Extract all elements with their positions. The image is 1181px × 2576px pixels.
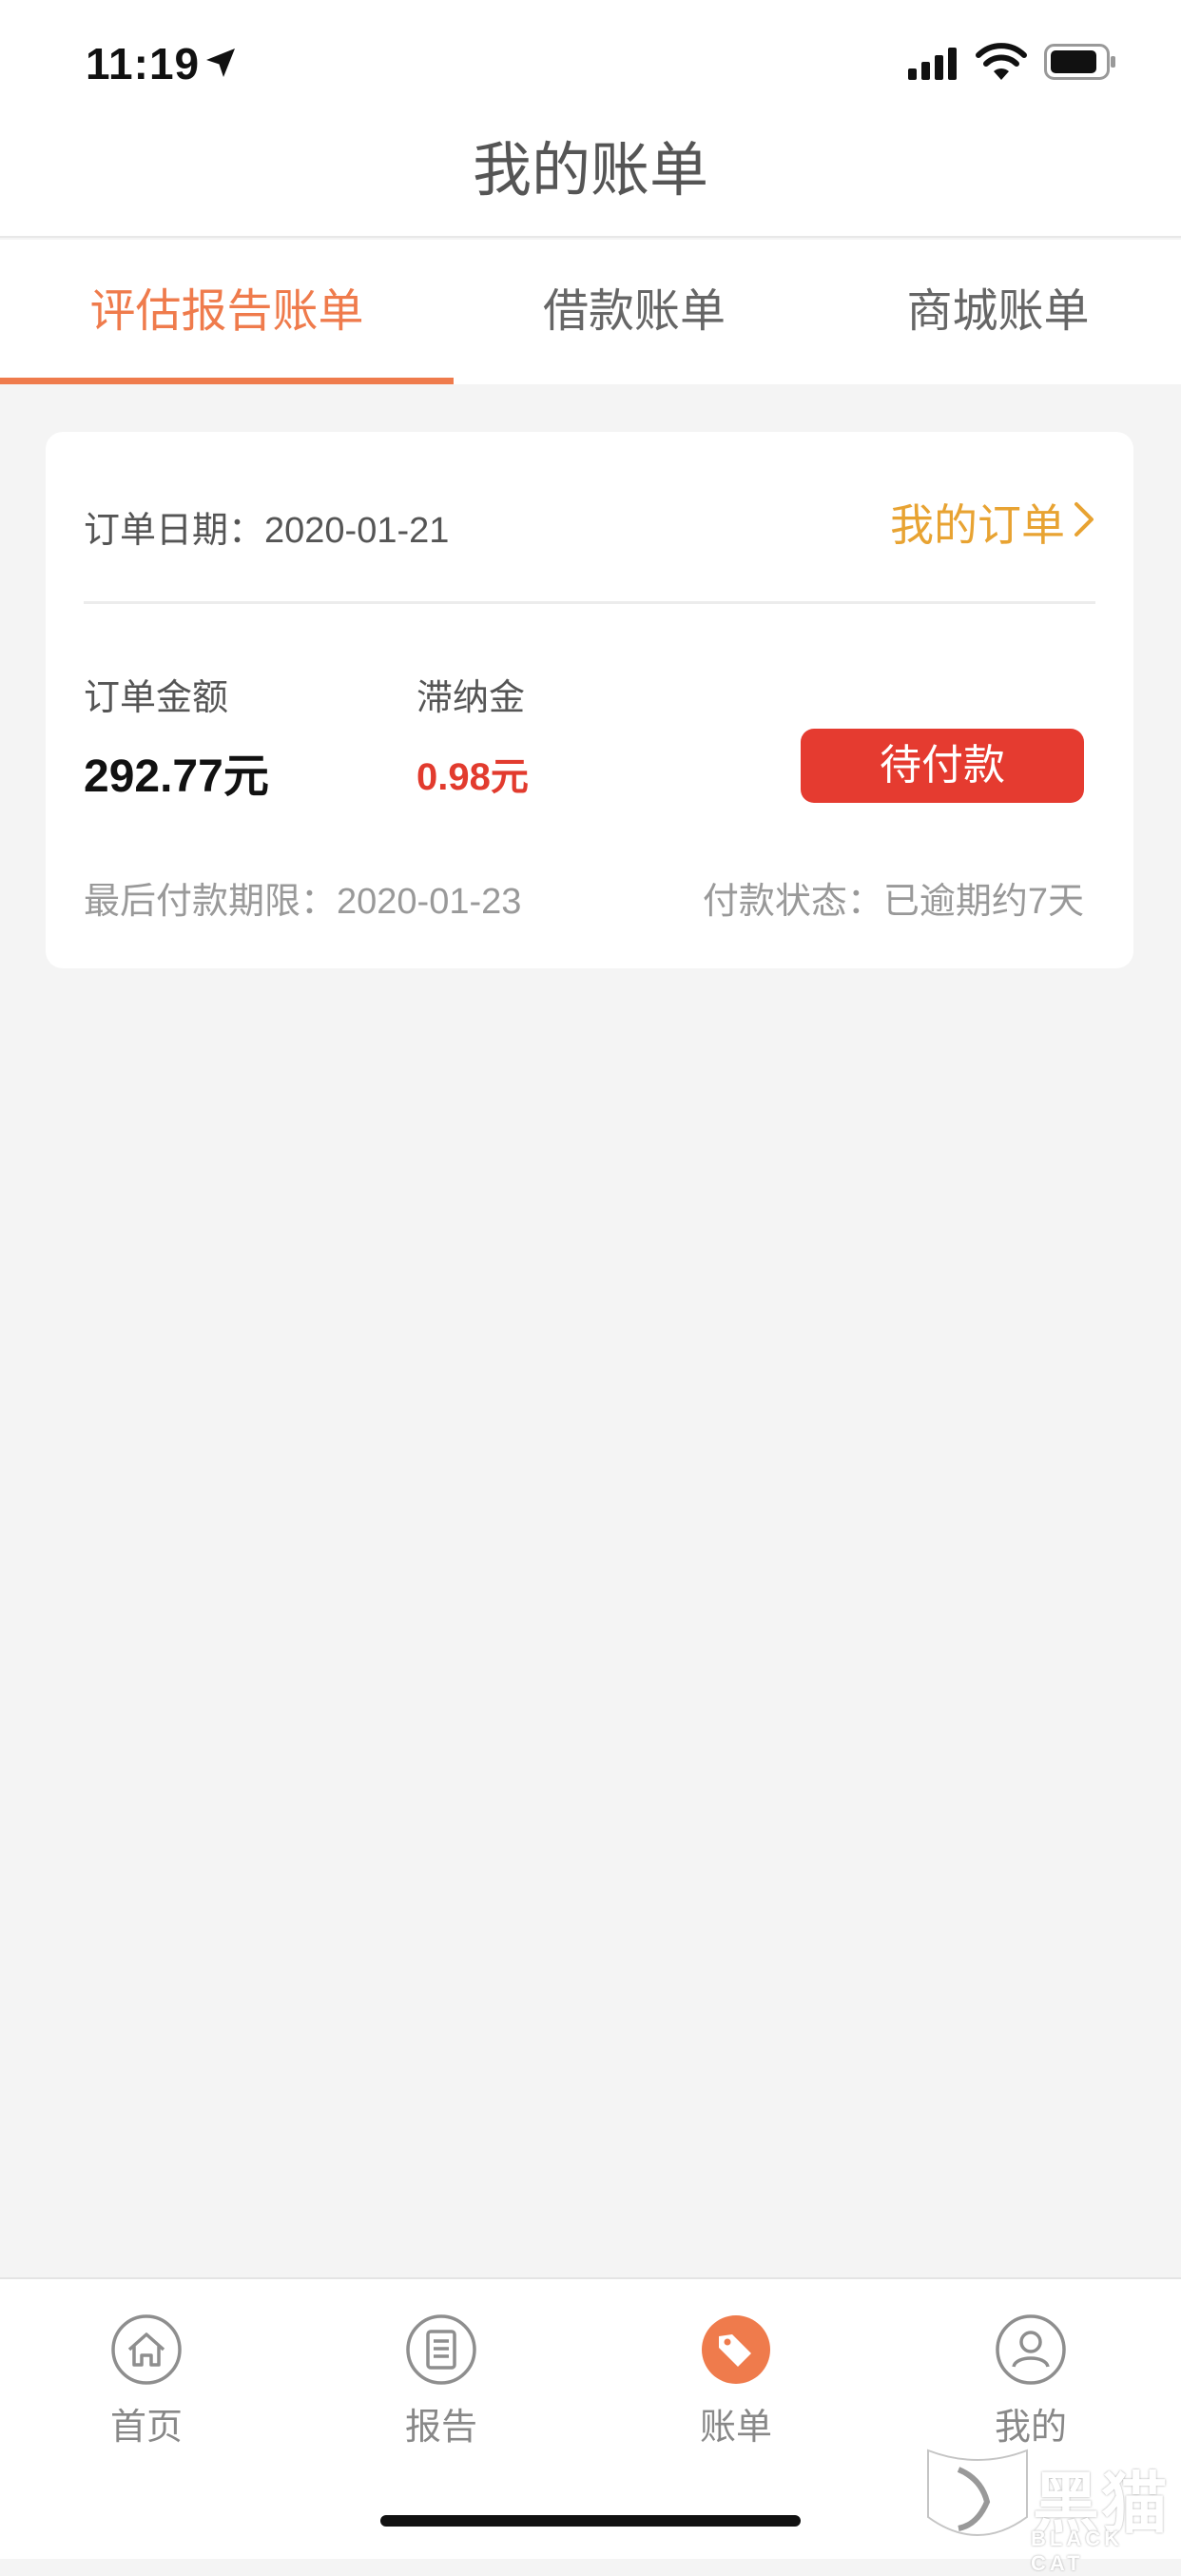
battery-icon <box>1044 44 1115 80</box>
order-amount-label: 订单金额 <box>84 678 229 718</box>
pending-payment-button[interactable]: 待付款 <box>801 729 1084 803</box>
order-amount-value: 292.77元 <box>84 751 269 802</box>
nav-item-bill[interactable]: 账单 <box>660 2313 812 2449</box>
divider <box>84 601 1095 604</box>
bill-tabs: 评估报告账单 借款账单 商城账单 <box>0 240 1181 384</box>
cell-signal-icon <box>908 48 957 80</box>
title-bar: 我的账单 <box>0 114 1181 238</box>
profile-icon <box>996 2314 1066 2385</box>
page-title: 我的账单 <box>472 138 708 204</box>
tab-assessment-report-bill[interactable]: 评估报告账单 <box>0 240 454 384</box>
active-tab-indicator <box>0 378 454 384</box>
nav-item-report[interactable]: 报告 <box>365 2313 517 2449</box>
late-fee-label: 滞纳金 <box>416 678 526 718</box>
payment-status: 付款状态：已逾期约7天 <box>702 882 1084 922</box>
wifi-icon <box>976 43 1027 80</box>
chevron-right-icon[interactable] <box>1073 500 1095 538</box>
tab-loan-bill[interactable]: 借款账单 <box>454 240 815 384</box>
home-indicator[interactable] <box>380 2515 801 2527</box>
nav-label-report: 报告 <box>404 2408 477 2448</box>
status-time: 11:19 <box>86 39 201 88</box>
my-orders-link[interactable]: 我的订单 <box>890 491 1065 554</box>
report-icon <box>406 2314 476 2385</box>
nav-label-home: 首页 <box>109 2408 183 2448</box>
nav-item-home[interactable]: 首页 <box>70 2313 223 2449</box>
watermark-subtext: BLACK CAT <box>1031 2527 1123 2575</box>
location-arrow-icon <box>206 49 235 77</box>
late-fee-value: 0.98元 <box>416 756 529 798</box>
home-icon <box>111 2314 182 2385</box>
bill-tag-icon <box>702 2315 770 2384</box>
nav-label-bill: 账单 <box>699 2408 772 2448</box>
bill-card: 订单日期：2020-01-21 我的订单 订单金额 292.77元 滞纳金 0.… <box>46 432 1133 968</box>
tab-mall-bill[interactable]: 商城账单 <box>815 240 1181 384</box>
order-date: 订单日期：2020-01-21 <box>84 511 450 551</box>
payment-deadline: 最后付款期限：2020-01-23 <box>84 882 522 922</box>
status-bar: 11:19 <box>0 0 1181 124</box>
nav-item-mine[interactable]: 我的 <box>955 2313 1107 2449</box>
